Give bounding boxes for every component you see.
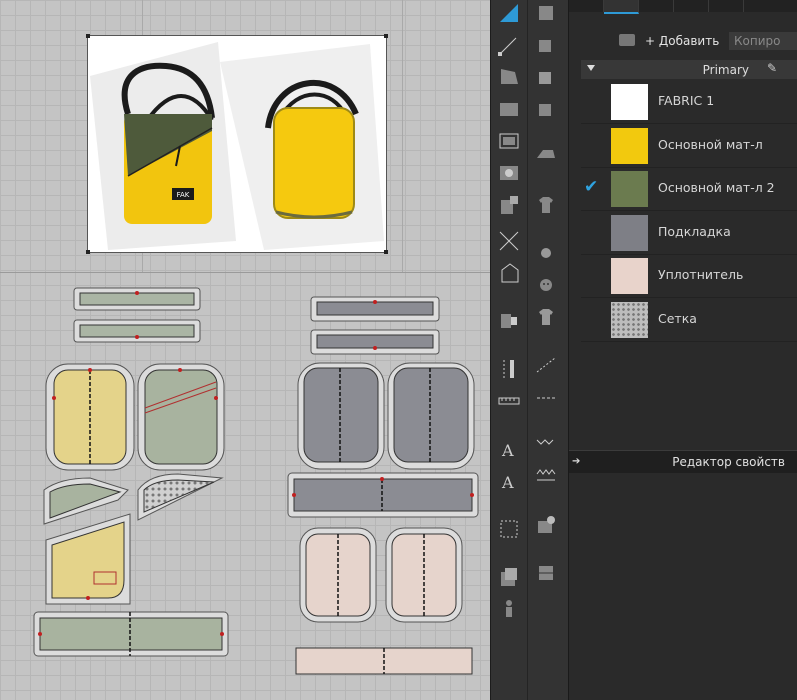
- svg-text:A: A: [501, 441, 514, 460]
- reference-image[interactable]: FAK: [86, 34, 388, 254]
- checkmark-icon: ✔: [584, 177, 599, 197]
- button-icon[interactable]: [533, 272, 559, 298]
- texture-tab[interactable]: [639, 0, 674, 12]
- dart-tool-icon[interactable]: [496, 192, 522, 218]
- property-editor-title: Редактор свойств: [672, 455, 785, 469]
- tools-tab[interactable]: [709, 0, 744, 12]
- select-mesh-icon[interactable]: [533, 32, 559, 58]
- tshirt-icon[interactable]: [533, 192, 559, 218]
- property-editor-header[interactable]: ➔ Редактор свойств: [569, 450, 797, 473]
- fabric-item[interactable]: Основной мат-л: [581, 124, 797, 168]
- fabric-name: Уплотнитель: [658, 267, 744, 282]
- fabric-item-selected[interactable]: ✔ Основной мат-л 2: [581, 167, 797, 211]
- fabric-actions: + Добавить Копиро: [569, 28, 797, 54]
- copy-fabric-button[interactable]: Копиро: [729, 32, 797, 50]
- fabric-name: Подкладка: [658, 224, 731, 239]
- fabric-name: Основной мат-л 2: [658, 180, 775, 195]
- fabric-item[interactable]: Сетка: [581, 298, 797, 342]
- text-tool-icon[interactable]: A: [496, 436, 522, 462]
- avatar-measure-icon[interactable]: [533, 560, 559, 586]
- fabric-tab[interactable]: [604, 0, 639, 14]
- svg-text:A: A: [501, 473, 514, 492]
- list-view-tab[interactable]: [569, 0, 604, 12]
- fabric-item[interactable]: Подкладка: [581, 211, 797, 255]
- grid-tool-icon[interactable]: [496, 516, 522, 542]
- add-fabric-button[interactable]: + Добавить: [645, 32, 725, 50]
- fabric-item[interactable]: FABRIC 1: [581, 80, 797, 124]
- fabric-swatch: [611, 302, 648, 338]
- text-tool-2-icon[interactable]: A: [496, 468, 522, 494]
- fabric-swatch: [611, 215, 648, 251]
- cut-line-icon[interactable]: [496, 228, 522, 254]
- 3d-toolbar: [527, 0, 570, 700]
- transform-icon[interactable]: [533, 64, 559, 90]
- stitch-icon[interactable]: [533, 464, 559, 490]
- polygon-tool-icon[interactable]: [496, 64, 522, 90]
- fabric-name: FABRIC 1: [658, 93, 715, 108]
- edit-point-tool-icon[interactable]: [496, 32, 522, 58]
- avatar-tab[interactable]: [674, 0, 709, 12]
- object-browser-panel: + Добавить Копиро Primary ✎ FABRIC 1 Осн…: [569, 0, 797, 700]
- panel-tabs: [569, 0, 797, 14]
- fold-arrange-icon[interactable]: [533, 96, 559, 122]
- fabric-item[interactable]: Уплотнитель: [581, 254, 797, 298]
- fabric-swatch: [611, 128, 648, 164]
- sewing-tool-icon[interactable]: [496, 356, 522, 382]
- pattern-2d-window[interactable]: FAK: [0, 0, 490, 700]
- fabric-name: Сетка: [658, 311, 697, 326]
- internal-rectangle-icon[interactable]: [496, 128, 522, 154]
- fabric-name: Основной мат-л: [658, 137, 763, 152]
- fabric-swatch: [611, 84, 648, 120]
- group-name: Primary: [702, 63, 749, 77]
- measure-icon[interactable]: [533, 352, 559, 378]
- fabric-swatch: [611, 171, 648, 207]
- rectangle-tool-icon[interactable]: [496, 96, 522, 122]
- internal-circle-icon[interactable]: [496, 160, 522, 186]
- topstitch-icon[interactable]: [533, 384, 559, 410]
- bag-photos: FAK: [90, 42, 384, 250]
- edit-pencil-icon[interactable]: ✎: [767, 61, 777, 75]
- expand-arrow-icon[interactable]: ➔: [572, 456, 580, 467]
- puckering-icon[interactable]: [533, 512, 559, 538]
- avatar-tool-icon[interactable]: [496, 596, 522, 622]
- fabric-swatch: [611, 258, 648, 294]
- zipper-icon[interactable]: [533, 432, 559, 458]
- pin-icon[interactable]: [533, 240, 559, 266]
- folder-add-icon[interactable]: [619, 34, 635, 46]
- iron-icon[interactable]: [533, 140, 559, 166]
- texture-tool-icon[interactable]: [496, 564, 522, 590]
- fabric-group-header[interactable]: Primary ✎: [581, 60, 797, 79]
- pattern-pieces[interactable]: [0, 272, 490, 700]
- fold-tool-icon[interactable]: [496, 308, 522, 334]
- select-tool-icon[interactable]: [496, 0, 522, 26]
- trace-tool-icon[interactable]: [496, 260, 522, 286]
- ruler-tool-icon[interactable]: [496, 388, 522, 414]
- simulation-icon[interactable]: [533, 0, 559, 26]
- bag-logo: FAK: [177, 191, 190, 199]
- mesh-pattern-icon[interactable]: [533, 304, 559, 330]
- pattern-toolbar: A A: [490, 0, 528, 700]
